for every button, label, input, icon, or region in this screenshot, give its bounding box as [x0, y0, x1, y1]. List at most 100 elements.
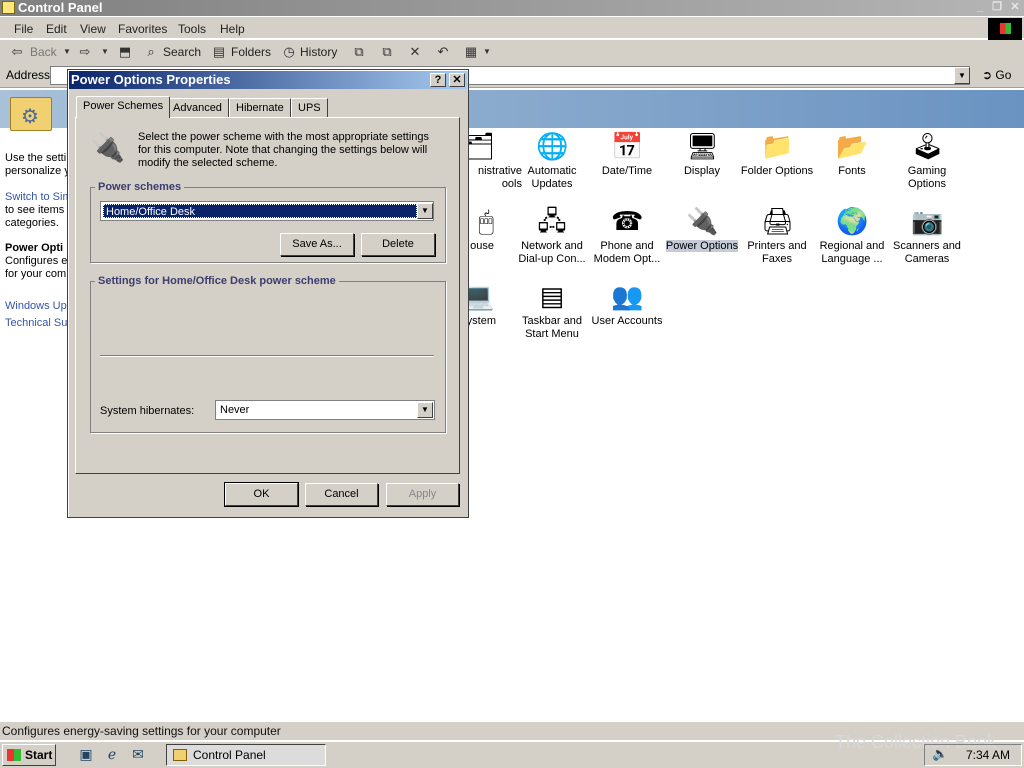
item-label: Date/Time [601, 165, 653, 177]
menu-favorites[interactable]: Favorites [118, 22, 167, 36]
taskbar-icon: ▤ [539, 281, 565, 311]
start-button[interactable]: Start [2, 744, 56, 766]
power-scheme-select[interactable]: Home/Office Desk ▼ [100, 201, 434, 221]
selected-item-desc: Configures e [5, 255, 68, 267]
item-label: User Accounts [591, 315, 663, 327]
views-icon[interactable]: ▦ [464, 45, 478, 59]
switch-view-link[interactable]: Switch to Sim [5, 191, 72, 203]
views-dropdown-icon[interactable]: ▼ [480, 45, 494, 59]
item-label: ystem [466, 315, 496, 327]
item-label: Automatic Updates [527, 165, 577, 190]
menu-tools[interactable]: Tools [178, 22, 206, 36]
folders-button[interactable]: Folders [231, 45, 271, 59]
network-item[interactable]: 🖧 Network and Dial-up Con... [514, 205, 590, 266]
folder-options-item[interactable]: 📁 Folder Options [739, 130, 815, 178]
windows-update-link[interactable]: Windows Upd [5, 300, 73, 312]
power-options-item[interactable]: 🔌 Power Options [664, 205, 740, 253]
regional-language-item[interactable]: 🌍 Regional and Language ... [814, 205, 890, 266]
power-schemes-label: Power schemes [95, 181, 185, 193]
power-plug-icon: 🔌 [686, 206, 719, 236]
item-label: Regional and Language ... [819, 240, 885, 265]
menu-help[interactable]: Help [220, 22, 245, 36]
automatic-updates-item[interactable]: 🌐 Automatic Updates [514, 130, 590, 191]
left-pane-text: personalize y [5, 165, 70, 177]
forward-arrow-icon[interactable]: ⇨ [78, 45, 92, 59]
folder-options-icon: 📁 [761, 131, 794, 161]
internet-explorer-icon[interactable]: ℯ [104, 746, 120, 762]
search-button[interactable]: Search [163, 45, 201, 59]
scheme-description: Select the power scheme with the most ap… [138, 131, 430, 169]
taskbar-start-menu-item[interactable]: ▤ Taskbar and Start Menu [514, 280, 590, 341]
close-button[interactable]: ✕ [1007, 0, 1023, 14]
show-desktop-icon[interactable]: ▣ [78, 746, 94, 762]
menu-file[interactable]: File [14, 22, 33, 36]
folder-icon [173, 749, 187, 761]
clock[interactable]: 7:34 AM [966, 748, 1010, 762]
left-pane-text: categories. [5, 217, 59, 229]
status-text: Configures energy-saving settings for yo… [2, 724, 281, 738]
back-dropdown-icon[interactable]: ▼ [60, 45, 74, 59]
go-label: Go [995, 68, 1012, 82]
copy-to-icon[interactable]: ⧉ [380, 45, 394, 59]
window-title: Control Panel [18, 0, 103, 15]
address-dropdown-icon[interactable]: ▼ [954, 67, 970, 84]
taskbar-control-panel-button[interactable]: Control Panel [166, 744, 326, 766]
save-as-button[interactable]: Save As... [280, 233, 354, 256]
history-icon: ◷ [283, 44, 295, 59]
user-accounts-item[interactable]: 👥 User Accounts [589, 280, 665, 328]
outlook-express-icon[interactable]: ✉ [130, 746, 146, 762]
globe-update-icon: 🌐 [536, 131, 569, 161]
up-folder-icon[interactable]: ⬒ [118, 45, 132, 59]
tab-hibernate[interactable]: Hibernate [229, 98, 291, 118]
restore-button[interactable]: ❐ [989, 0, 1005, 14]
display-item[interactable]: 🖥 Display [664, 130, 740, 178]
folders-icon: ▤ [212, 44, 226, 59]
fonts-folder-icon: 📂 [836, 131, 869, 161]
tab-ups[interactable]: UPS [291, 98, 328, 118]
menu-edit[interactable]: Edit [46, 22, 67, 36]
back-button[interactable]: Back [30, 45, 57, 59]
speaker-icon[interactable]: 🔈 [932, 746, 948, 762]
control-panel-icon [2, 1, 15, 14]
date-time-item[interactable]: 📅 Date/Time [589, 130, 665, 178]
printers-faxes-item[interactable]: 🖨 Printers and Faxes [739, 205, 815, 266]
power-plug-icon: 🔌 [90, 132, 125, 163]
control-panel-folder-icon: ⚙ [10, 97, 52, 131]
cancel-button[interactable]: Cancel [305, 483, 378, 506]
item-label: Phone and Modem Opt... [593, 240, 661, 265]
divider [100, 355, 434, 357]
chevron-down-icon[interactable]: ▼ [417, 402, 433, 418]
minimize-button[interactable]: _ [972, 0, 988, 14]
delete-icon[interactable]: ✕ [408, 45, 422, 59]
undo-icon[interactable]: ↶ [436, 45, 450, 59]
ok-button[interactable]: OK [224, 482, 299, 507]
forward-dropdown-icon[interactable]: ▼ [98, 45, 112, 59]
delete-button[interactable]: Delete [361, 233, 435, 256]
move-to-icon[interactable]: ⧉ [352, 45, 366, 59]
left-pane-text: Use the setti [5, 152, 67, 164]
menu-view[interactable]: View [80, 22, 106, 36]
gaming-options-item[interactable]: 🕹 Gaming Options [889, 130, 965, 191]
history-button[interactable]: History [300, 45, 337, 59]
technical-support-link[interactable]: Technical Sup [5, 317, 74, 329]
scanners-cameras-item[interactable]: 📷 Scanners and Cameras [889, 205, 965, 266]
item-label: Gaming Options [907, 165, 947, 190]
go-button[interactable]: ➲ Go [982, 68, 1011, 82]
address-label: Address [6, 68, 51, 82]
windows-logo [988, 18, 1022, 40]
dialog-close-button[interactable]: ✕ [449, 73, 465, 87]
chevron-down-icon[interactable]: ▼ [417, 203, 433, 219]
tab-power-schemes[interactable]: Power Schemes [76, 96, 171, 118]
selected-item-desc: for your com [5, 268, 67, 280]
joystick-icon: 🕹 [911, 131, 945, 161]
fonts-item[interactable]: 📂 Fonts [814, 130, 890, 178]
hibernate-select[interactable]: Never ▼ [215, 400, 435, 420]
help-button[interactable]: ? [430, 73, 446, 87]
apply-button[interactable]: Apply [386, 483, 459, 506]
dialog-title: Power Options Properties [71, 72, 231, 87]
item-label: Fonts [838, 165, 866, 177]
item-label: Taskbar and Start Menu [522, 315, 582, 340]
windows-flag-icon [7, 749, 21, 761]
phone-modem-item[interactable]: ☎ Phone and Modem Opt... [589, 205, 665, 266]
tab-advanced[interactable]: Advanced [166, 98, 229, 118]
